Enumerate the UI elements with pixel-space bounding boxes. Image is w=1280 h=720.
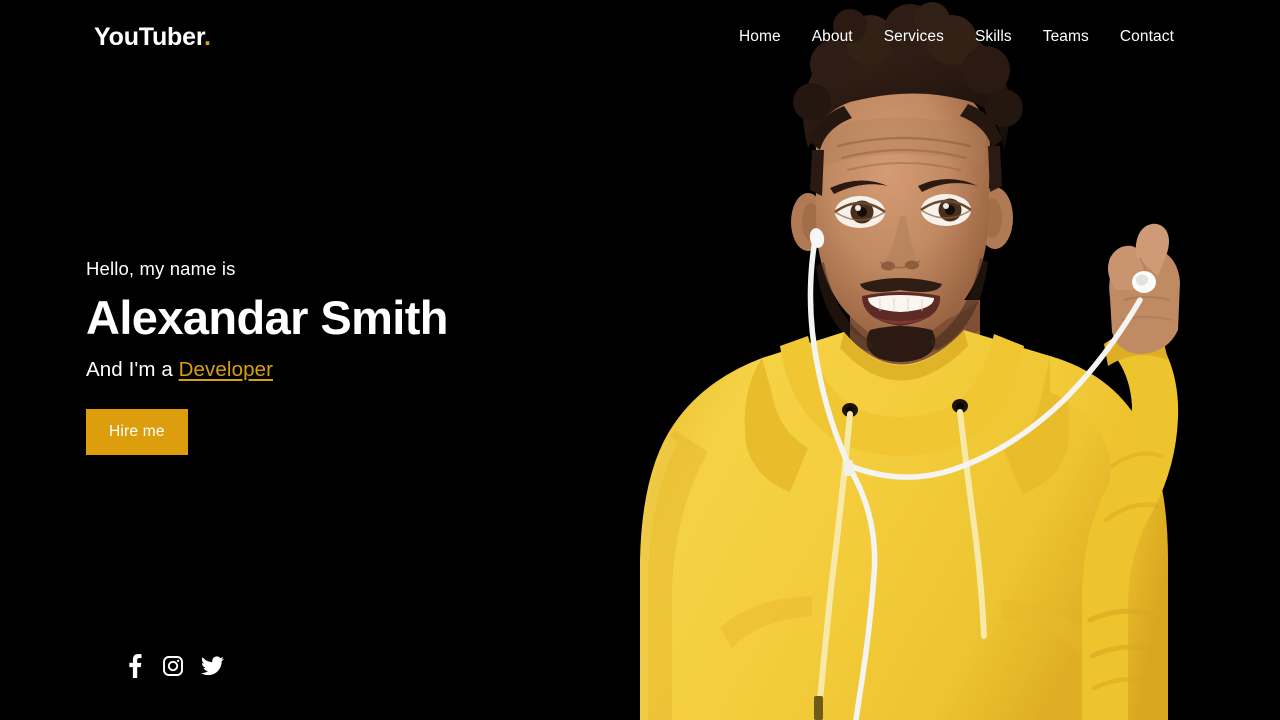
hero-role-line: And I'm a Developer [86, 358, 606, 383]
hire-me-button[interactable]: Hire me [86, 409, 188, 456]
hero-page: YouTuber. Home About Services Skills Tea… [0, 0, 1280, 720]
nav-link-teams[interactable]: Teams [1043, 28, 1089, 45]
nav-item-teams: Teams [1043, 28, 1089, 46]
nav-link-contact[interactable]: Contact [1120, 28, 1174, 45]
hero-greeting: Hello, my name is [86, 258, 236, 279]
nav-link-home[interactable]: Home [739, 28, 781, 45]
facebook-icon[interactable] [122, 654, 146, 678]
hero-text-block: Hello, my name is Alexandar Smith And I'… [86, 258, 606, 456]
nav-link-skills[interactable]: Skills [975, 28, 1012, 45]
social-links [122, 654, 224, 678]
hero-name-heading: Alexandar Smith [86, 291, 448, 345]
main-navbar: YouTuber. Home About Services Skills Tea… [0, 0, 1280, 74]
nav-link-about[interactable]: About [812, 28, 853, 45]
hero-role-highlight-link[interactable]: Developer [179, 358, 273, 381]
twitter-icon[interactable] [200, 654, 224, 678]
hero-portrait-image [612, 0, 1280, 720]
hero-role-prefix: And I'm a [86, 357, 179, 381]
site-logo[interactable]: YouTuber. [94, 22, 211, 51]
nav-link-list: Home About Services Skills Teams Contact [739, 28, 1174, 46]
instagram-icon[interactable] [161, 654, 185, 678]
nav-item-home: Home [739, 28, 781, 46]
nav-item-about: About [812, 28, 853, 46]
nav-item-services: Services [884, 28, 944, 46]
logo-text: YouTuber [94, 22, 204, 51]
logo-accent-dot: . [203, 22, 211, 51]
nav-link-services[interactable]: Services [884, 28, 944, 45]
nav-item-skills: Skills [975, 28, 1012, 46]
nav-item-contact: Contact [1120, 28, 1174, 46]
